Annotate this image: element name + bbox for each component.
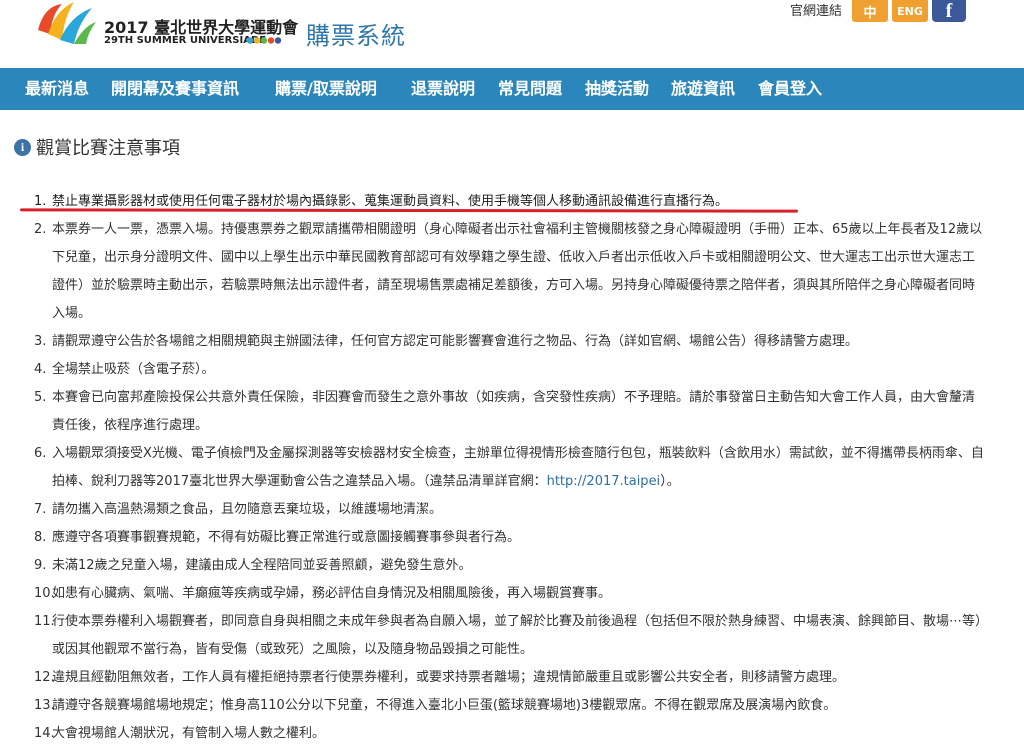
- nav-item-faq[interactable]: 常見問題: [498, 68, 562, 110]
- info-icon: i: [14, 138, 31, 156]
- site-header: 2017 臺北世界大學運動會 29TH SUMMER UNIVERSIADE 購…: [0, 0, 1024, 68]
- list-item: 8. 應遵守各項賽事觀賽規範，不得有妨礙比賽正常進行或意圖接觸賽事參與者行為。: [34, 530, 521, 545]
- nav-item-refund[interactable]: 退票說明: [411, 68, 475, 110]
- list-item: 12. 違規且經勸阻無效者，工作人員有權拒絕持票者行使票券權利，或要求持票者離場；…: [34, 670, 846, 685]
- official-site-link[interactable]: 官網連結: [790, 0, 842, 19]
- main-nav: 最新消息 開閉幕及賽事資訊 購票/取票說明 退票說明 常見問題 抽獎活動 旅遊資…: [0, 68, 1024, 110]
- nav-item-login[interactable]: 會員登入: [758, 68, 822, 110]
- list-item: 13. 請遵守各競賽場館場地規定；惟身高110公分以下兒童，不得進入臺北小巨蛋(籃…: [34, 698, 837, 713]
- nav-item-news[interactable]: 最新消息: [25, 68, 89, 110]
- list-item: 3. 請觀眾遵守公告於各場館之相關規範與主辦國法律，任何官方認定可能影響賽會進行之…: [34, 334, 859, 349]
- nav-item-purchase[interactable]: 購票/取票說明: [275, 68, 377, 110]
- section-heading: i 觀賞比賽注意事項: [14, 134, 180, 160]
- list-item: 6. 入場觀眾須接受X光機、電子偵檢門及金屬探測器等安檢器材安全檢查，主辦單位得視…: [34, 446, 984, 489]
- universiade-logo-icon[interactable]: [34, 0, 98, 46]
- list-item: 14. 大會視場館人潮狀況，有管制入場人數之權利。: [34, 726, 326, 741]
- logo-subtitle: 29TH SUMMER UNIVERSIADE: [104, 35, 267, 46]
- notice-list: 1. 禁止專業攝影器材或使用任何電子器材於場內攝錄影、蒐集運動員資料、使用手機等個…: [34, 188, 984, 748]
- list-item: 5. 本賽會已向富邦產險投保公共意外責任保險，非因賽會而發生之意外事故（如疾病，含…: [34, 390, 976, 433]
- list-item: 9. 未滿12歲之兒童入場，建議由成人全程陪同並妥善照顧，避免發生意外。: [34, 558, 472, 573]
- list-item: 10. 如患有心臟病、氣喘、羊癲瘋等疾病或孕婦，務必評估自身情況及相關風險後，再入…: [34, 586, 612, 601]
- nav-item-ceremonies[interactable]: 開閉幕及賽事資訊: [111, 68, 239, 110]
- nav-item-travel[interactable]: 旅遊資訊: [671, 68, 735, 110]
- universiade-stars-icon: [246, 37, 282, 44]
- page-title: 觀賞比賽注意事項: [36, 138, 180, 159]
- nav-item-lottery[interactable]: 抽獎活動: [585, 68, 649, 110]
- list-item: 11. 行使本票券權利入場觀賽者，即同意自身與相關之未成年參與者為自願入場，並了解…: [34, 614, 982, 657]
- list-item: 7. 請勿攜入高溫熱湯類之食品，且勿隨意丟棄垃圾，以維護場地清潔。: [34, 502, 443, 517]
- system-title: 購票系統: [306, 22, 406, 50]
- top-links: 官網連結 中 ENG f: [790, 0, 967, 24]
- list-item: 2. 本票券一人一票，憑票入場。持優惠票券之觀眾請攜帶相關證明（身心障礙者出示社會…: [34, 222, 983, 321]
- official-site-url-link[interactable]: http://2017.taipei: [547, 474, 661, 489]
- facebook-icon[interactable]: f: [932, 0, 967, 22]
- lang-zh-button[interactable]: 中: [852, 0, 889, 22]
- list-item: 4. 全場禁止吸菸（含電子菸）。: [34, 362, 215, 377]
- lang-en-button[interactable]: ENG: [892, 0, 929, 22]
